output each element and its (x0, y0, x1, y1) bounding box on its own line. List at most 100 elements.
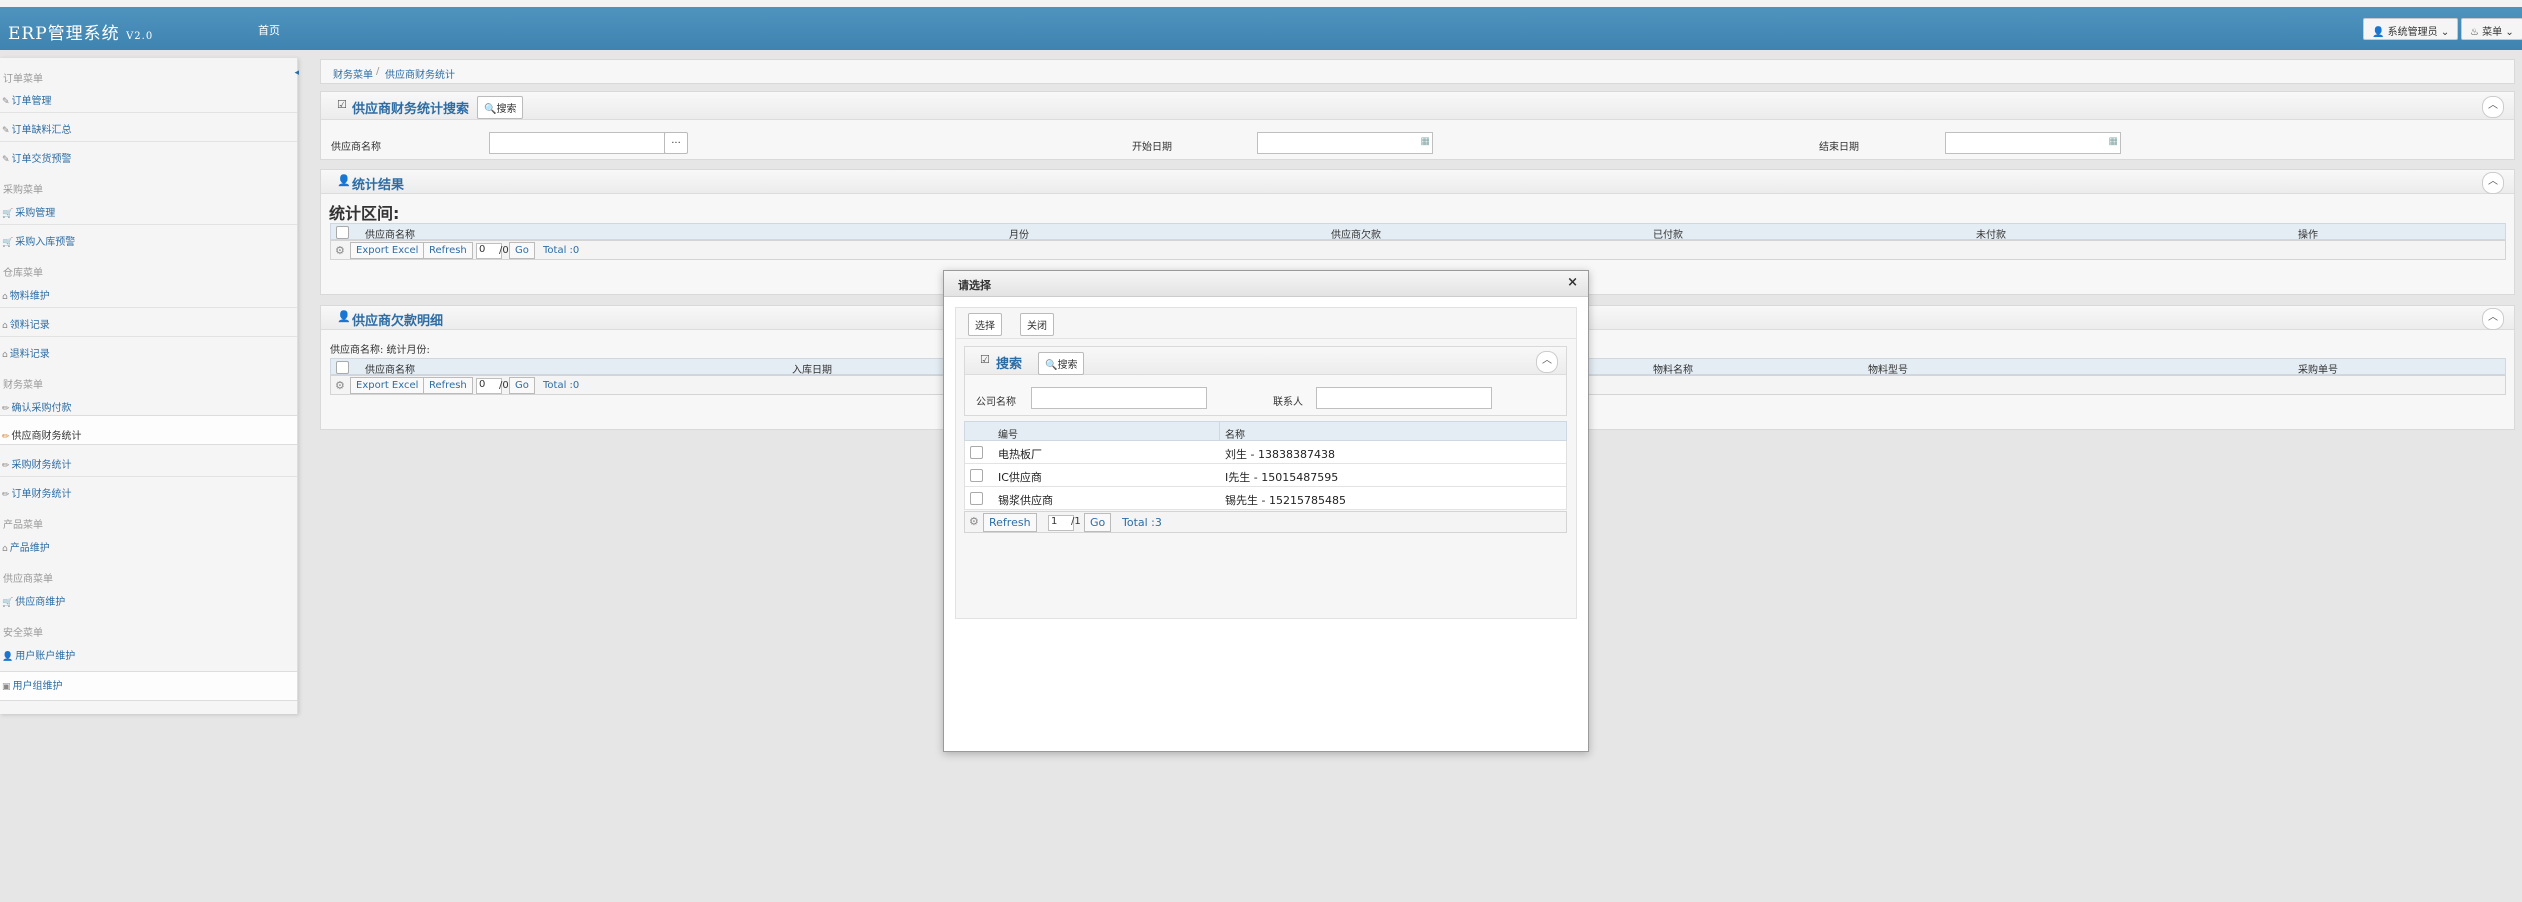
pencil-icon: ✏ (2, 461, 10, 471)
column-header[interactable]: 供应商欠款 (1331, 226, 1381, 241)
total-pages: /0 (499, 245, 509, 256)
sidebar-item-product-maintain[interactable]: ⌂ 产品维护 (2, 539, 50, 554)
total-pages: /1 (1071, 516, 1081, 527)
pencil-icon: ✏ (2, 432, 10, 442)
gear-icon[interactable]: ⚙ (335, 244, 345, 257)
row-name: 刘生 - 13838387438 (1225, 448, 1335, 461)
close-icon[interactable]: × (1567, 275, 1578, 290)
column-header[interactable]: 已付款 (1653, 226, 1683, 241)
sidebar-item-order-finance-stats[interactable]: ✏ 订单财务统计 (2, 485, 72, 500)
sidebar-item-purchase-inbound-alert[interactable]: 🛒 采购入库预警 (2, 233, 75, 248)
row-checkbox[interactable] (970, 469, 983, 482)
collapse-icon[interactable]: ︿ (2482, 96, 2504, 118)
collapse-icon[interactable]: ︿ (1536, 351, 1558, 373)
sidebar-group-title: 产品菜单 (3, 520, 43, 531)
row-name: 锡先生 - 15215785485 (1225, 494, 1346, 507)
total-count: Total :3 (1122, 516, 1162, 529)
search-panel-header: ☑ 供应商财务统计搜索 🔍搜索 ︿ (321, 92, 2514, 120)
gear-icon[interactable]: ⚙ (335, 379, 345, 392)
column-header[interactable]: 入库日期 (792, 361, 832, 376)
column-header[interactable]: 供应商名称 (365, 226, 415, 241)
main-menu-button[interactable]: ♨ 菜单 ⌄ (2461, 18, 2522, 40)
collapse-icon[interactable]: ︿ (2482, 308, 2504, 330)
row-checkbox[interactable] (970, 446, 983, 459)
pencil-icon: ✏ (2, 404, 10, 414)
table-row[interactable]: 电热板厂 刘生 - 13838387438 (964, 441, 1567, 464)
calendar-icon[interactable]: ▦ (1421, 136, 1430, 147)
refresh-button[interactable]: Refresh (423, 242, 473, 259)
column-header[interactable]: 编号 (998, 426, 1018, 441)
gear-icon[interactable]: ⚙ (969, 515, 979, 528)
home-icon: ⌂ (2, 350, 8, 360)
go-button[interactable]: Go (509, 377, 535, 394)
column-header[interactable]: 物料名称 (1653, 361, 1693, 376)
sidebar-item-supplier-finance-stats[interactable]: ✏ 供应商财务统计 (2, 427, 82, 442)
export-excel-button[interactable]: Export Excel (350, 377, 425, 394)
go-button[interactable]: Go (1084, 513, 1112, 532)
column-header[interactable]: 操作 (2298, 226, 2318, 241)
select-all-checkbox[interactable] (336, 226, 349, 239)
supplier-picker-button[interactable]: ... (664, 132, 688, 154)
breadcrumb-current: 供应商财务统计 (385, 70, 455, 81)
total-count: Total :0 (543, 245, 580, 256)
column-header[interactable]: 名称 (1225, 426, 1245, 441)
fire-icon: ♨ (2470, 27, 2479, 38)
sidebar-item-return-record[interactable]: ⌂ 退料记录 (2, 345, 50, 360)
sidebar-item-user-group[interactable]: ▣ 用户组维护 (2, 677, 63, 692)
column-header[interactable]: 物料型号 (1868, 361, 1908, 376)
sidebar-item-picking-record[interactable]: ⌂ 领料记录 (2, 316, 50, 331)
cart-icon: 🛒 (2, 238, 14, 248)
sidebar-item-purchase-finance-stats[interactable]: ✏ 采购财务统计 (2, 456, 72, 471)
table-row[interactable]: 锡浆供应商 锡先生 - 15215785485 (964, 487, 1567, 510)
sidebar-item-confirm-payment[interactable]: ✏ 确认采购付款 (2, 399, 72, 414)
debt-panel-title: 供应商欠款明细 (352, 314, 444, 329)
refresh-button[interactable]: Refresh (983, 513, 1037, 532)
dialog-titlebar: 请选择 × (944, 271, 1588, 297)
export-excel-button[interactable]: Export Excel (350, 242, 425, 259)
cart-icon: 🛒 (2, 209, 14, 219)
caret-down-icon: ⌄ (2440, 27, 2450, 38)
sidebar-item-supplier-maintain[interactable]: 🛒 供应商维护 (2, 593, 65, 608)
sidebar-item-material-maintain[interactable]: ⌂ 物料维护 (2, 287, 50, 302)
column-header[interactable]: 采购单号 (2298, 361, 2338, 376)
window-top-strip (0, 0, 2522, 7)
search-button[interactable]: 🔍搜索 (477, 96, 524, 119)
calendar-icon[interactable]: ▦ (2109, 136, 2118, 147)
select-all-checkbox[interactable] (336, 361, 349, 374)
sidebar-collapse-icon[interactable]: ◂ (294, 68, 299, 78)
sidebar-group-title: 采购菜单 (3, 185, 43, 196)
supplier-name-input[interactable] (489, 132, 665, 154)
user-icon: 👤 (2372, 27, 2385, 38)
sidebar-item-order-manage[interactable]: ✎ 订单管理 (2, 92, 52, 107)
stats-range-label: 统计区间: (329, 204, 400, 223)
end-date-input[interactable]: ▦ (1945, 132, 2121, 154)
collapse-icon[interactable]: ︿ (2482, 172, 2504, 194)
user-menu-button[interactable]: 👤 系统管理员 ⌄ (2363, 18, 2459, 40)
column-header[interactable]: 供应商名称 (365, 361, 415, 376)
row-name: I先生 - 15015487595 (1225, 471, 1339, 484)
dialog-search-title: 搜索 (996, 357, 1023, 372)
refresh-button[interactable]: Refresh (423, 377, 473, 394)
column-header[interactable]: 未付款 (1976, 226, 2006, 241)
row-checkbox[interactable] (970, 492, 983, 505)
go-button[interactable]: Go (509, 242, 535, 259)
sidebar-item-purchase-manage[interactable]: 🛒 采购管理 (2, 204, 55, 219)
company-name-input[interactable] (1031, 387, 1207, 409)
breadcrumb-root[interactable]: 财务菜单 (333, 66, 373, 81)
home-link[interactable]: 首页 (258, 22, 280, 38)
close-button[interactable]: 关闭 (1020, 313, 1054, 336)
search-panel: ☑ 供应商财务统计搜索 🔍搜索 ︿ 供应商名称 ... 开始日期 ▦ 结束日期 … (320, 91, 2515, 160)
start-date-input[interactable]: ▦ (1257, 132, 1433, 154)
sidebar-group-title: 订单菜单 (3, 74, 43, 85)
check-square-icon: ☑ (980, 353, 990, 366)
sidebar-item-order-delivery-alert[interactable]: ✎ 订单交货预警 (2, 150, 72, 165)
sidebar-item-order-shortage[interactable]: ✎ 订单缺料汇总 (2, 121, 72, 136)
table-row[interactable]: IC供应商 I先生 - 15015487595 (964, 464, 1567, 487)
select-button[interactable]: 选择 (968, 313, 1002, 336)
column-header[interactable]: 月份 (1009, 226, 1029, 241)
dialog-search-button[interactable]: 🔍搜索 (1038, 352, 1085, 375)
sidebar-item-user-account[interactable]: 👤 用户账户维护 (2, 647, 75, 662)
search-icon: 🔍 (484, 104, 497, 115)
select-supplier-dialog: 请选择 × 选择 关闭 ☑ 搜索 🔍搜索 ︿ 公司名称 联系人 编号 名称 电热… (943, 270, 1589, 752)
contact-input[interactable] (1316, 387, 1492, 409)
